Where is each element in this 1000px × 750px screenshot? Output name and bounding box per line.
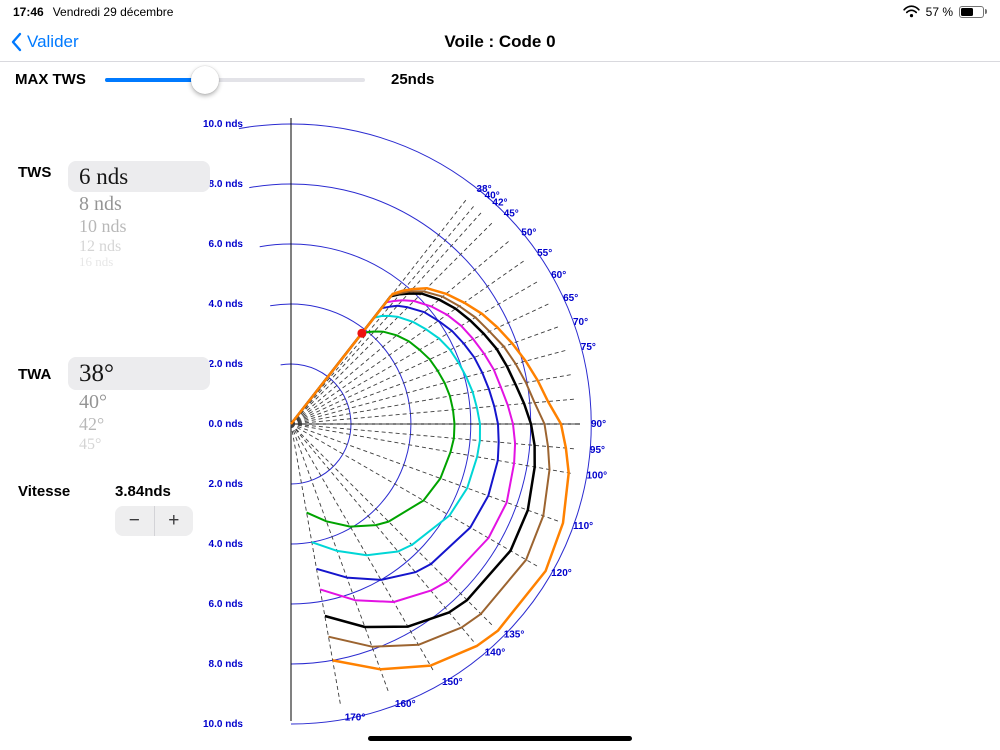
- tws-picker[interactable]: 6 nds 8 nds 10 nds 12 nds 16 nds: [68, 161, 210, 267]
- tws-label: TWS: [18, 164, 52, 181]
- twa-ray: [290, 326, 559, 425]
- twa-ray: [290, 423, 493, 626]
- max-tws-label: MAX TWS: [15, 71, 86, 88]
- vitesse-decrement-button[interactable]: −: [115, 506, 155, 536]
- twa-angle-label: 150°: [442, 677, 463, 688]
- slider-fill: [105, 78, 206, 82]
- twa-picker-selected-option[interactable]: 38°: [68, 357, 210, 390]
- speed-ring-label: 10.0 nds: [203, 119, 243, 130]
- twa-angle-label: 42°: [492, 198, 507, 209]
- twa-angle-label: 135°: [504, 630, 525, 641]
- vitesse-stepper: − +: [115, 506, 193, 536]
- vitesse-label: Vitesse: [18, 483, 71, 500]
- polar-curve-6-nds: [290, 330, 456, 528]
- tws-picker-option[interactable]: 10 nds: [68, 216, 210, 237]
- twa-picker-option[interactable]: 42°: [68, 414, 210, 435]
- twa-picker-option[interactable]: 40°: [68, 390, 210, 414]
- polar-curve-10-nds: [290, 304, 500, 581]
- twa-ray: [290, 423, 559, 522]
- speed-ring-label: 0.0 nds: [209, 419, 244, 430]
- twa-angle-label: 55°: [537, 248, 552, 259]
- twa-angle-label: 95°: [590, 445, 605, 456]
- tws-picker-selected-option[interactable]: 6 nds: [68, 161, 210, 192]
- twa-ray: [290, 222, 493, 425]
- twa-ray: [290, 398, 574, 425]
- home-indicator[interactable]: [368, 736, 632, 741]
- twa-angle-label: 45°: [504, 208, 519, 219]
- vitesse-increment-button[interactable]: +: [155, 506, 194, 536]
- twa-angle-label: 110°: [573, 521, 593, 532]
- twa-angle-label: 140°: [485, 647, 506, 658]
- speed-ring-label: 8.0 nds: [209, 659, 244, 670]
- twa-angle-label: 70°: [573, 317, 588, 328]
- twa-ray: [290, 423, 474, 642]
- twa-angle-label: 90°: [591, 419, 606, 430]
- speed-ring-label: 10.0 nds: [203, 719, 243, 730]
- twa-ray: [290, 423, 389, 692]
- polar-curve-8-nds: [290, 314, 481, 557]
- twa-angle-label: 120°: [551, 568, 572, 579]
- twa-angle-label: 75°: [581, 342, 596, 353]
- twa-picker[interactable]: 38° 40° 42° 45°: [68, 357, 210, 454]
- speed-ring-label: 2.0 nds: [209, 359, 244, 370]
- max-tws-slider[interactable]: [105, 66, 365, 94]
- max-tws-value: 25nds: [391, 71, 435, 88]
- speed-ring-label: 4.0 nds: [209, 539, 244, 550]
- twa-ray: [290, 241, 509, 425]
- selected-point-marker: [357, 328, 367, 338]
- twa-label: TWA: [18, 366, 52, 383]
- twa-ray: [290, 350, 566, 425]
- speed-ring-label: 6.0 nds: [209, 239, 244, 250]
- tws-picker-option[interactable]: 16 nds: [68, 256, 210, 267]
- twa-picker-option[interactable]: 45°: [68, 435, 210, 454]
- tws-picker-option[interactable]: 8 nds: [68, 192, 210, 216]
- twa-angle-label: 50°: [521, 227, 536, 238]
- speed-ring-label: 2.0 nds: [209, 479, 244, 490]
- speed-ring-label: 8.0 nds: [209, 179, 244, 190]
- twa-ray: [290, 423, 434, 671]
- slider-thumb[interactable]: [191, 66, 220, 94]
- speed-ring-label: 4.0 nds: [209, 299, 244, 310]
- twa-angle-label: 160°: [395, 699, 416, 710]
- screen: 38° 40° 42° 45° 50° 55° 60° 65° 70° 75° 90° 95° 100°…: [0, 0, 1000, 750]
- tws-picker-option[interactable]: 12 nds: [68, 237, 210, 256]
- twa-ray: [290, 260, 524, 425]
- twa-ray: [290, 303, 549, 425]
- speed-ring-label: 6.0 nds: [209, 599, 244, 610]
- twa-ray: [290, 423, 538, 567]
- twa-angle-label: 100°: [587, 471, 608, 482]
- polar-curve-25-nds: [290, 286, 570, 671]
- twa-angle-label: 170°: [345, 713, 366, 724]
- twa-angle-label: 65°: [563, 293, 578, 304]
- twa-angle-label: 60°: [551, 270, 566, 281]
- vitesse-value: 3.84nds: [115, 483, 171, 500]
